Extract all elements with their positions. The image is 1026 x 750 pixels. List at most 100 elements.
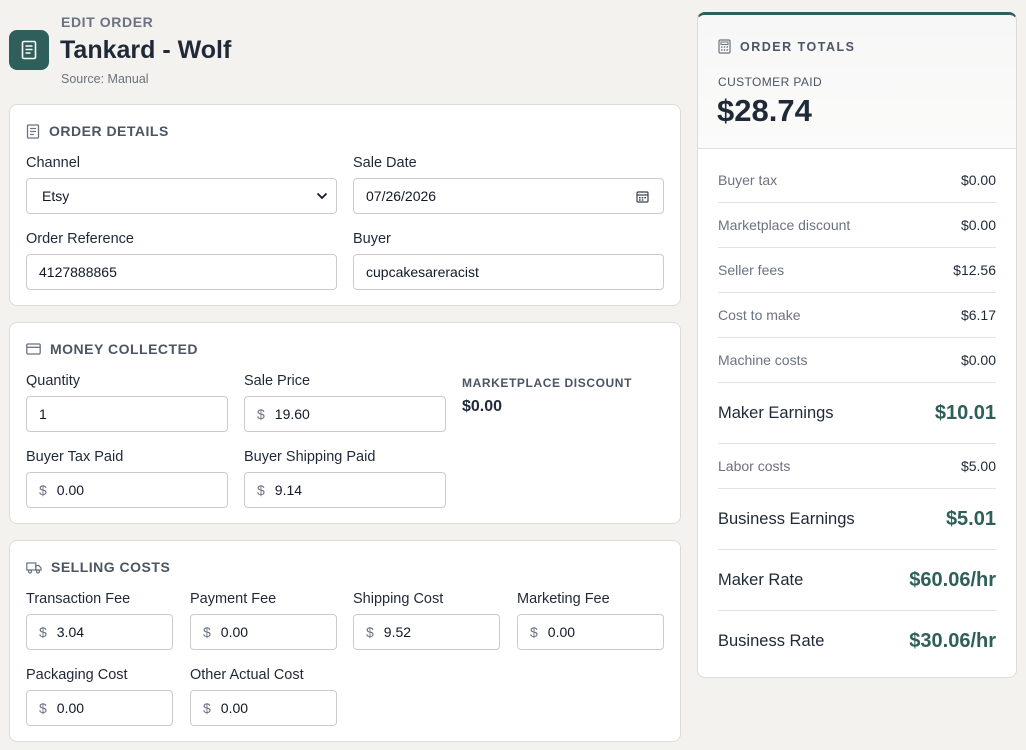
money-collected-title-label: MONEY COLLECTED [50, 341, 199, 357]
transaction-fee-label: Transaction Fee [26, 591, 131, 607]
packaging-cost-input[interactable]: $ 0.00 [26, 690, 173, 726]
totals-row-maker-rate: Maker Rate $60.06/hr [718, 550, 996, 611]
totals-row-buyer-tax: Buyer tax $0.00 [718, 158, 996, 203]
page-eyebrow: EDIT ORDER [61, 14, 154, 30]
buyer-tax-paid-field: Buyer Tax Paid $ 0.00 [26, 449, 228, 508]
quantity-field: Quantity 1 [26, 373, 228, 432]
totals-row-value: $0.00 [960, 352, 996, 368]
document-icon [9, 30, 49, 70]
other-actual-cost-label: Other Actual Cost [190, 667, 304, 683]
currency-prefix: $ [39, 700, 47, 716]
document-icon [26, 123, 40, 139]
totals-row-label: Maker Rate [718, 570, 804, 589]
totals-row-value: $10.01 [934, 401, 996, 424]
totals-row-cost-to-make: Cost to make $6.17 [718, 293, 996, 338]
packaging-cost-value: 0.00 [56, 700, 85, 716]
totals-row-business-rate: Business Rate $30.06/hr [718, 611, 996, 672]
marketing-fee-value: 0.00 [547, 624, 576, 640]
channel-select[interactable]: Etsy [26, 178, 337, 214]
marketing-fee-input[interactable]: $ 0.00 [517, 614, 664, 650]
quantity-label: Quantity [26, 373, 80, 389]
other-actual-cost-input[interactable]: $ 0.00 [190, 690, 337, 726]
buyer-field: Buyer cupcakesareracist [353, 231, 664, 290]
customer-paid-value: $28.74 [717, 93, 812, 128]
totals-row-label: Business Earnings [718, 509, 855, 528]
totals-row-label: Seller fees [718, 262, 785, 278]
currency-prefix: $ [39, 482, 47, 498]
buyer-value: cupcakesareracist [366, 264, 479, 280]
sale-price-value: 19.60 [274, 406, 310, 422]
totals-row-label: Labor costs [718, 458, 791, 474]
sale-date-field: Sale Date 07/26/2026 [353, 155, 664, 214]
other-actual-cost-field: Other Actual Cost $ 0.00 [190, 667, 337, 726]
sale-price-input[interactable]: $ 19.60 [244, 396, 446, 432]
order-totals-header: ORDER TOTALS CUSTOMER PAID $28.74 [698, 15, 1016, 149]
packaging-cost-label: Packaging Cost [26, 667, 128, 683]
buyer-shipping-paid-field: Buyer Shipping Paid $ 9.14 [244, 449, 446, 508]
currency-prefix: $ [530, 624, 538, 640]
buyer-label: Buyer [353, 231, 391, 247]
currency-prefix: $ [203, 700, 211, 716]
sale-date-value: 07/26/2026 [366, 188, 437, 204]
credit-card-icon [26, 343, 41, 355]
shipping-cost-input[interactable]: $ 9.52 [353, 614, 500, 650]
order-totals-title-label: ORDER TOTALS [740, 39, 856, 54]
totals-row-value: $5.00 [960, 458, 996, 474]
totals-row-label: Maker Earnings [718, 403, 834, 422]
buyer-shipping-paid-input[interactable]: $ 9.14 [244, 472, 446, 508]
buyer-tax-paid-label: Buyer Tax Paid [26, 449, 124, 465]
marketing-fee-field: Marketing Fee $ 0.00 [517, 591, 664, 650]
sale-price-label: Sale Price [244, 373, 311, 389]
currency-prefix: $ [257, 406, 265, 422]
marketing-fee-label: Marketing Fee [517, 591, 610, 607]
totals-row-value: $0.00 [960, 217, 996, 233]
sale-price-field: Sale Price $ 19.60 [244, 373, 446, 432]
channel-field: Channel Etsy [26, 155, 337, 214]
page-header: EDIT ORDER Tankard - Wolf Source: Manual [9, 12, 679, 92]
order-reference-label: Order Reference [26, 231, 134, 247]
channel-label: Channel [26, 155, 81, 171]
totals-row-machine-costs: Machine costs $0.00 [718, 338, 996, 383]
order-details-title: ORDER DETAILS [26, 123, 169, 139]
money-collected-card: MONEY COLLECTED Quantity 1 Sale Price $ … [9, 322, 681, 524]
page-title: Tankard - Wolf [60, 36, 232, 64]
totals-rows: Buyer tax $0.00 Marketplace discount $0.… [718, 158, 996, 672]
chevron-down-icon [316, 192, 328, 200]
order-reference-input[interactable]: 4127888865 [26, 254, 337, 290]
order-reference-field: Order Reference 4127888865 [26, 231, 337, 290]
channel-value: Etsy [42, 188, 70, 204]
calendar-icon [636, 190, 649, 203]
packaging-cost-field: Packaging Cost $ 0.00 [26, 667, 173, 726]
currency-prefix: $ [257, 482, 265, 498]
buyer-shipping-paid-label: Buyer Shipping Paid [244, 449, 376, 465]
totals-row-marketplace-discount: Marketplace discount $0.00 [718, 203, 996, 248]
order-totals-panel: ORDER TOTALS CUSTOMER PAID $28.74 Buyer … [697, 12, 1017, 678]
order-details-title-label: ORDER DETAILS [49, 123, 169, 139]
quantity-input[interactable]: 1 [26, 396, 228, 432]
order-reference-value: 4127888865 [39, 264, 117, 280]
truck-icon [26, 561, 42, 574]
transaction-fee-field: Transaction Fee $ 3.04 [26, 591, 173, 650]
buyer-tax-paid-input[interactable]: $ 0.00 [26, 472, 228, 508]
payment-fee-input[interactable]: $ 0.00 [190, 614, 337, 650]
selling-costs-title-label: SELLING COSTS [51, 559, 171, 575]
order-totals-title: ORDER TOTALS [718, 39, 855, 54]
buyer-input[interactable]: cupcakesareracist [353, 254, 664, 290]
payment-fee-field: Payment Fee $ 0.00 [190, 591, 337, 650]
currency-prefix: $ [366, 624, 374, 640]
sale-date-input[interactable]: 07/26/2026 [353, 178, 664, 214]
totals-row-label: Machine costs [718, 352, 808, 368]
quantity-value: 1 [39, 406, 47, 422]
totals-row-label: Cost to make [718, 307, 801, 323]
totals-row-maker-earnings: Maker Earnings $10.01 [718, 383, 996, 444]
buyer-shipping-paid-value: 9.14 [274, 482, 303, 498]
marketplace-discount-value: $0.00 [462, 398, 503, 415]
payment-fee-label: Payment Fee [190, 591, 277, 607]
shipping-cost-label: Shipping Cost [353, 591, 444, 607]
marketplace-discount-label: MARKETPLACE DISCOUNT [462, 376, 632, 390]
currency-prefix: $ [39, 624, 47, 640]
transaction-fee-input[interactable]: $ 3.04 [26, 614, 173, 650]
payment-fee-value: 0.00 [220, 624, 249, 640]
totals-row-value: $30.06/hr [909, 630, 996, 652]
totals-row-value: $5.01 [945, 507, 996, 530]
